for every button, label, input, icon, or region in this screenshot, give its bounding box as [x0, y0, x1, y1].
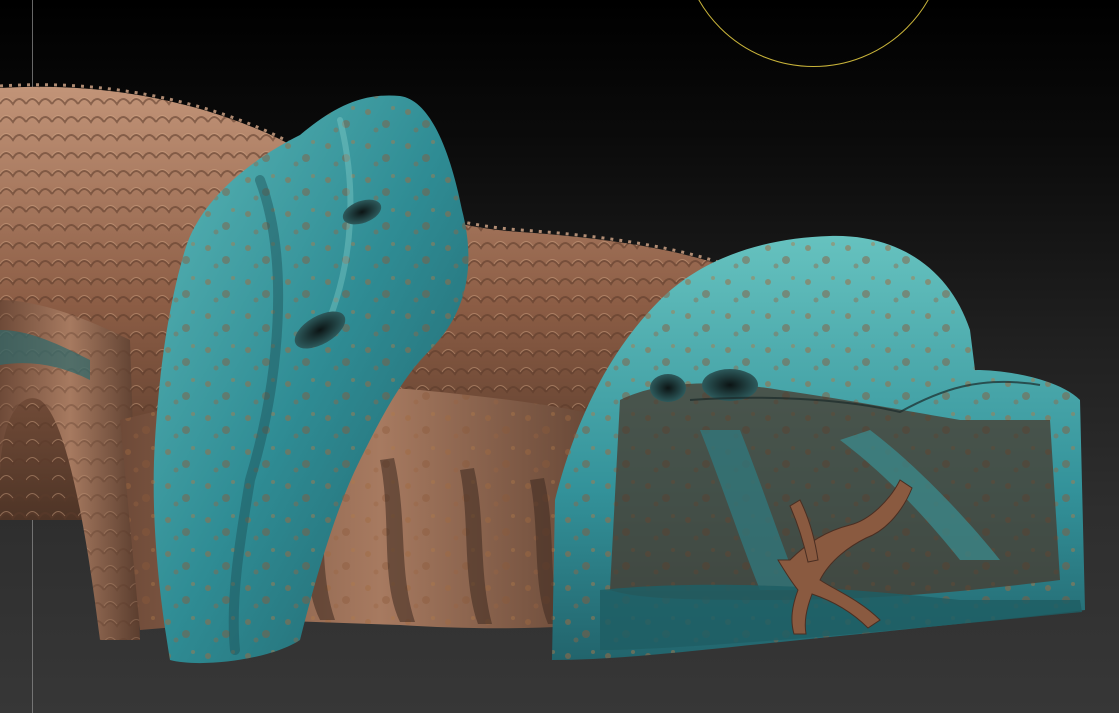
sculpted-rock-model[interactable]: [0, 0, 1119, 713]
3d-viewport[interactable]: [0, 0, 1119, 713]
